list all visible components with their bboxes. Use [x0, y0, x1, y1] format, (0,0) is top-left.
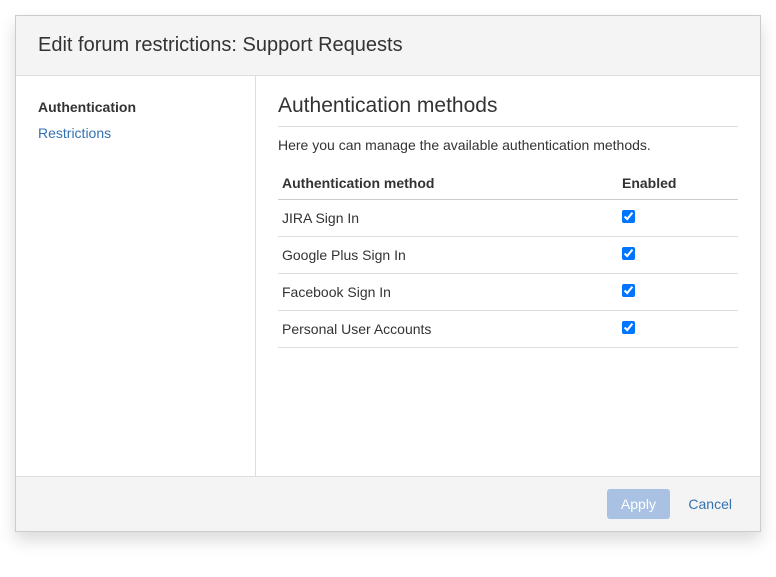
auth-method-name: Personal User Accounts — [278, 311, 618, 348]
table-row: Personal User Accounts — [278, 311, 738, 348]
cancel-button[interactable]: Cancel — [682, 489, 738, 519]
dialog-body: Authentication Restrictions Authenticati… — [16, 76, 760, 476]
edit-forum-restrictions-dialog: Edit forum restrictions: Support Request… — [15, 15, 761, 532]
table-row: JIRA Sign In — [278, 200, 738, 237]
column-header-method: Authentication method — [278, 167, 618, 200]
auth-method-enabled-checkbox[interactable] — [622, 321, 635, 334]
auth-method-name: JIRA Sign In — [278, 200, 618, 237]
dialog-header: Edit forum restrictions: Support Request… — [16, 16, 760, 76]
auth-method-name: Facebook Sign In — [278, 274, 618, 311]
apply-button[interactable]: Apply — [607, 489, 670, 519]
auth-method-enabled-checkbox[interactable] — [622, 284, 635, 297]
sidebar-item-restrictions[interactable]: Restrictions — [16, 120, 255, 146]
section-description: Here you can manage the available authen… — [278, 137, 738, 153]
dialog-title: Edit forum restrictions: Support Request… — [38, 34, 738, 57]
table-row: Facebook Sign In — [278, 274, 738, 311]
sidebar-item-authentication[interactable]: Authentication — [16, 94, 255, 120]
auth-method-enabled-checkbox[interactable] — [622, 210, 635, 223]
main-panel: Authentication methods Here you can mana… — [256, 76, 760, 476]
dialog-footer: Apply Cancel — [16, 476, 760, 531]
column-header-enabled: Enabled — [618, 167, 738, 200]
section-title: Authentication methods — [278, 94, 738, 127]
sidebar: Authentication Restrictions — [16, 76, 256, 476]
table-row: Google Plus Sign In — [278, 237, 738, 274]
auth-methods-table: Authentication method Enabled JIRA Sign … — [278, 167, 738, 348]
auth-method-name: Google Plus Sign In — [278, 237, 618, 274]
auth-method-enabled-checkbox[interactable] — [622, 247, 635, 260]
